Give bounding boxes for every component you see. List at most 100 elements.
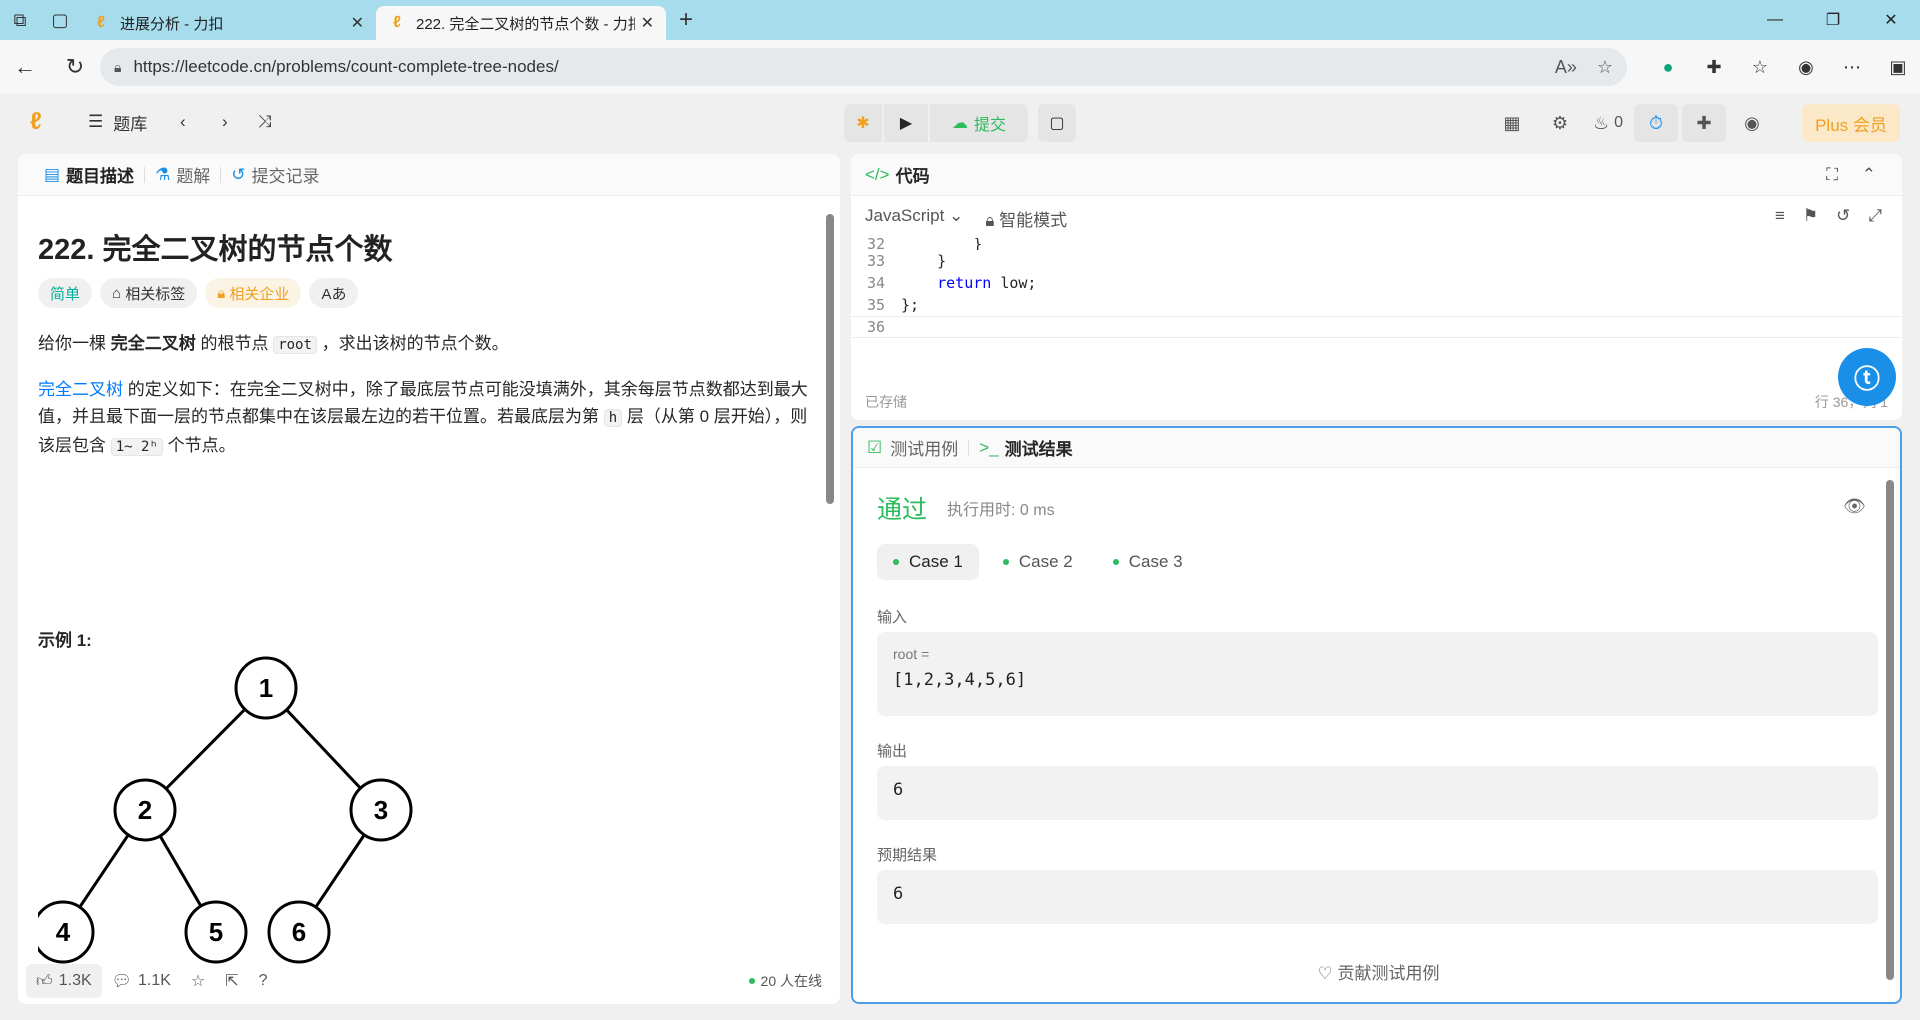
- next-problem-icon[interactable]: ›: [222, 108, 228, 136]
- online-count: 20 人在线: [748, 971, 822, 991]
- editor-status-bar: 已存储 行 36，列 1: [865, 392, 1888, 412]
- read-aloud-icon[interactable]: A»: [1555, 57, 1577, 78]
- case-tab-2[interactable]: Case 2: [987, 544, 1089, 580]
- tag-label: 相关标签: [125, 285, 186, 303]
- site-info-icon[interactable]: 🔒︎: [114, 59, 121, 76]
- close-window-icon[interactable]: ✕: [1862, 0, 1920, 40]
- extension-icon[interactable]: ●: [1645, 48, 1691, 86]
- browser-tab-progress[interactable]: ℓ 进展分析 - 力扣 ✕: [80, 6, 376, 40]
- bookmark-icon[interactable]: ⚑: [1803, 206, 1818, 226]
- text: 个节点。: [162, 436, 236, 455]
- inline-code: root: [273, 336, 317, 354]
- tab-submissions[interactable]: ↺ 提交记录: [221, 162, 329, 187]
- expand-icon[interactable]: ⤢: [1868, 206, 1882, 226]
- layout-icon[interactable]: ▦: [1490, 104, 1534, 142]
- reset-icon[interactable]: ↺: [1836, 206, 1850, 226]
- input-var: root =: [893, 646, 930, 662]
- language-select[interactable]: JavaScript ⌄: [865, 206, 963, 231]
- code-line: 33 }: [851, 250, 1902, 272]
- complete-tree-link[interactable]: 完全二叉树: [38, 380, 123, 399]
- favorite-star-icon[interactable]: ☆: [1597, 57, 1613, 78]
- tab-result[interactable]: 测试结果: [1005, 435, 1073, 460]
- keyword: return: [937, 274, 992, 292]
- thumbs-up-icon: 👍︎: [36, 972, 53, 990]
- eye-icon[interactable]: 👁︎: [1843, 496, 1866, 517]
- submit-button[interactable]: ☁ 提交: [930, 104, 1028, 142]
- tab-solutions[interactable]: ⚗ 题解: [145, 162, 220, 187]
- help-icon[interactable]: ?: [249, 964, 278, 998]
- code-line-current: 36: [851, 316, 1902, 338]
- tree-node-label: 2: [138, 795, 152, 825]
- close-tab-icon[interactable]: ✕: [351, 13, 364, 33]
- result-panel: ☑ 测试用例 >_ 测试结果 通过 执行用时: 0 ms 👁︎ Case 1 C…: [851, 426, 1902, 1004]
- plus-membership-button[interactable]: Plus 会员: [1802, 104, 1900, 142]
- code-editor[interactable]: 32 } 33 } 34 return low; 35}; 36: [851, 238, 1902, 388]
- minimize-icon[interactable]: —: [1746, 0, 1804, 40]
- case-tab-1[interactable]: Case 1: [877, 544, 979, 580]
- case-label: Case 3: [1128, 552, 1183, 571]
- collapse-icon[interactable]: ⌃: [1862, 165, 1876, 185]
- expected-value: 6: [877, 870, 1878, 924]
- upload-cloud-icon: ☁: [951, 115, 968, 132]
- problem-tags: 简单 ⌂ 相关标签 🔒︎ 相关企业 Aあ: [38, 278, 359, 308]
- restore-icon[interactable]: ❐: [1804, 0, 1862, 40]
- timer-icon[interactable]: ⏱: [1634, 104, 1678, 142]
- result-tabs: ☑ 测试用例 >_ 测试结果: [853, 428, 1900, 468]
- description-scrollbar[interactable]: [826, 214, 834, 504]
- tab-divider: [968, 439, 970, 456]
- favorites-icon[interactable]: ☆: [1737, 48, 1783, 86]
- new-tab-button[interactable]: +: [666, 6, 706, 34]
- like-button[interactable]: 👍︎ 1.3K: [26, 964, 102, 998]
- code-text: }: [901, 252, 947, 270]
- lock-icon: 🔒︎: [217, 284, 226, 302]
- history-icon: ↺: [231, 164, 246, 184]
- star-icon[interactable]: ☆: [181, 964, 215, 998]
- line-number: 36: [866, 318, 885, 336]
- notes-icon[interactable]: ▢: [1038, 104, 1076, 142]
- tab-description[interactable]: ▤ 题目描述: [34, 162, 144, 187]
- inline-code: 1~ 2ʰ: [110, 438, 163, 456]
- sidebar-icon[interactable]: ▣: [1875, 48, 1920, 86]
- fullscreen-icon[interactable]: ⛶: [1826, 165, 1838, 185]
- text: 给你一棵: [38, 334, 111, 353]
- share-icon[interactable]: ⇱: [215, 964, 248, 998]
- streak-button[interactable]: ♨ 0: [1586, 104, 1630, 142]
- comments-button[interactable]: 💬︎ 1.1K: [102, 964, 181, 998]
- code-text: }: [901, 238, 983, 250]
- format-icon[interactable]: ≡: [1775, 206, 1785, 226]
- tab-label: 提交记录: [251, 167, 320, 186]
- settings-gear-icon[interactable]: ⚙: [1538, 104, 1582, 142]
- code-line: 32 }: [851, 238, 1902, 250]
- smart-mode-button[interactable]: 🔒︎ 智能模式: [985, 206, 1067, 231]
- run-icon[interactable]: ▶: [884, 104, 928, 142]
- debug-icon[interactable]: ✱: [844, 104, 882, 142]
- add-friend-icon[interactable]: ✚: [1682, 104, 1726, 142]
- profile-avatar[interactable]: ◉: [1783, 48, 1829, 86]
- related-companies-button[interactable]: 🔒︎ 相关企业: [205, 278, 302, 308]
- workspaces-icon[interactable]: ⧉: [0, 0, 40, 40]
- translate-floating-icon[interactable]: ⓣ: [1838, 348, 1896, 406]
- result-scrollbar[interactable]: [1886, 480, 1894, 980]
- prev-problem-icon[interactable]: ‹: [180, 108, 186, 136]
- description-panel: ▤ 题目描述 ⚗ 题解 ↺ 提交记录 222. 完全二叉树的节点个数 简单 ⌂ 相关标…: [18, 154, 840, 1004]
- back-icon[interactable]: ←: [0, 40, 50, 94]
- extensions-puzzle-icon[interactable]: ✚: [1691, 48, 1737, 86]
- browser-tab-problem[interactable]: ℓ 222. 完全二叉树的节点个数 - 力扣 ✕: [376, 6, 666, 40]
- sidebar-toggle-icon[interactable]: ▢: [40, 0, 80, 40]
- translate-button[interactable]: Aあ: [309, 278, 359, 308]
- user-avatar[interactable]: ◉: [1730, 104, 1774, 142]
- result-status: 通过: [877, 496, 928, 524]
- streak-count: 0: [1614, 114, 1624, 131]
- lock-icon: 🔒︎: [985, 211, 995, 230]
- leetcode-logo-icon[interactable]: ℓ: [30, 108, 56, 136]
- random-problem-icon[interactable]: ⤨: [258, 108, 272, 136]
- more-icon[interactable]: ⋯: [1829, 48, 1875, 86]
- problem-list-button[interactable]: ☰ 题库: [88, 108, 147, 136]
- related-tags-button[interactable]: ⌂ 相关标签: [100, 278, 198, 308]
- case-tab-3[interactable]: Case 3: [1097, 544, 1199, 580]
- refresh-icon[interactable]: ↻: [50, 40, 100, 94]
- contribute-testcase-button[interactable]: ♡ 贡献测试用例: [853, 959, 1900, 984]
- close-tab-icon[interactable]: ✕: [641, 13, 654, 33]
- tab-testcase[interactable]: 测试用例: [890, 435, 958, 460]
- url-field[interactable]: 🔒︎ https://leetcode.cn/problems/count-co…: [100, 48, 1627, 86]
